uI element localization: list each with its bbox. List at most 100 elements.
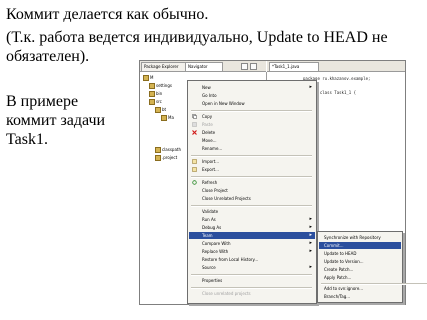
submenu-arrow-icon: ▸: [309, 248, 312, 254]
menu-item-label: Update to Version...: [324, 259, 364, 264]
submenu-item-update-to-version[interactable]: Update to Version...: [319, 258, 401, 265]
slide-text-line-2: (Т.к. работа ведется индивидуально, Upda…: [6, 29, 388, 46]
menu-item-label: Copy: [202, 114, 213, 119]
tree-item[interactable]: M: [143, 74, 153, 81]
menu-item-close-unrelated-2[interactable]: Close unrelated projects: [189, 290, 315, 297]
tree-item-label: classpath: [162, 147, 182, 152]
menu-item-label: Source: [202, 265, 216, 270]
tab-navigator[interactable]: Navigator: [185, 62, 223, 71]
menu-item-validate[interactable]: Validate: [189, 208, 315, 215]
tree-item[interactable]: bt: [155, 106, 166, 113]
menu-item-label: Close Project: [202, 188, 228, 193]
menu-item-label: Add to svn:ignore...: [324, 286, 364, 291]
team-submenu: Synchronize with Repository Commit... Up…: [317, 231, 427, 303]
folder-icon: [149, 99, 155, 105]
tree-item[interactable]: src: [149, 98, 162, 105]
submenu-arrow-icon: ▸: [309, 216, 312, 222]
menu-item-label: Apply Patch...: [324, 275, 352, 280]
menu-item-label: Go Into: [202, 93, 217, 98]
editor-tabbar: *Task1_1.java: [267, 61, 405, 72]
submenu-item-create-patch[interactable]: Create Patch...: [319, 266, 401, 273]
tree-item[interactable]: .project: [155, 154, 177, 161]
menu-item-label: Delete: [202, 130, 216, 135]
submenu-item-add-svn-ignore[interactable]: Add to svn:ignore...: [319, 285, 401, 292]
menu-item-team[interactable]: Team ▸: [189, 232, 315, 239]
menu-item-rename[interactable]: Rename...: [189, 145, 315, 152]
menu-separator: [191, 110, 312, 112]
submenu-arrow-icon: ▸: [309, 84, 312, 90]
tree-item[interactable]: Ma: [161, 114, 174, 121]
menu-separator: [191, 176, 312, 178]
paste-icon: [192, 122, 197, 127]
context-menu: New ▸ Go Into Open in New Window Copy Pas…: [187, 80, 317, 304]
menu-item-label: Replace With: [202, 249, 229, 254]
submenu-item-synchronize[interactable]: Synchronize with Repository: [319, 234, 401, 241]
menu-item-delete[interactable]: Delete: [189, 129, 315, 136]
folder-icon: [149, 83, 155, 89]
delete-icon: [192, 130, 197, 135]
file-icon: [161, 115, 167, 121]
menu-item-new[interactable]: New ▸: [189, 84, 315, 91]
submenu-arrow-icon: ▸: [309, 240, 312, 246]
left-panel-tabbar: Package Explorer Navigator: [140, 61, 266, 72]
refresh-icon: [192, 180, 197, 185]
menu-item-paste[interactable]: Paste: [189, 121, 315, 128]
tree-item-label: src: [156, 99, 162, 104]
menu-item-source[interactable]: Source ▸: [189, 264, 315, 271]
menu-item-compare-with[interactable]: Compare With ▸: [189, 240, 315, 247]
menu-separator: [191, 205, 312, 207]
menu-item-import[interactable]: Import...: [189, 158, 315, 165]
menu-item-open-new-window[interactable]: Open in New Window: [189, 100, 315, 107]
menu-item-label: Commit...: [324, 243, 344, 248]
menu-item-label: Validate: [202, 209, 219, 214]
submenu-item-branch-tag[interactable]: Branch/Tag...: [319, 293, 401, 300]
menu-item-run-as[interactable]: Run As ▸: [189, 216, 315, 223]
submenu-item-update-to-head[interactable]: Update to HEAD: [319, 250, 401, 257]
menu-item-label: Rename...: [202, 146, 223, 151]
menu-item-label: Refresh: [202, 180, 218, 185]
submenu-arrow-icon: ▸: [309, 224, 312, 230]
tree-item-label: .project: [162, 155, 178, 160]
tree-item[interactable]: classpath: [155, 146, 181, 153]
menu-item-debug-as[interactable]: Debug As ▸: [189, 224, 315, 231]
tree-item[interactable]: settings: [149, 82, 172, 89]
slide-text-line-6: Task1.: [6, 131, 48, 148]
menu-item-label: Create Patch...: [324, 267, 354, 272]
submenu-item-apply-patch[interactable]: Apply Patch...: [319, 274, 401, 281]
submenu-arrow-icon: ▸: [309, 232, 312, 238]
file-icon: [155, 147, 161, 153]
menu-item-restore-local-history[interactable]: Restore from Local History...: [189, 256, 315, 263]
menu-separator: [191, 287, 312, 289]
menu-item-label: Branch/Tag...: [324, 294, 351, 299]
menu-item-label: Update to HEAD: [324, 251, 357, 256]
tree-item-label: bin: [156, 91, 163, 96]
menu-item-properties[interactable]: Properties: [189, 277, 315, 284]
menu-item-go-into[interactable]: Go Into: [189, 92, 315, 99]
export-icon: [192, 167, 197, 172]
tab-editor-file[interactable]: *Task1_1.java: [269, 62, 319, 71]
menu-separator: [191, 155, 312, 157]
menu-item-label: Import...: [202, 159, 220, 164]
menu-item-label: New: [202, 85, 211, 90]
menu-item-label: Run As: [202, 217, 216, 222]
tree-item[interactable]: bin: [149, 90, 162, 97]
menu-item-copy[interactable]: Copy: [189, 113, 315, 120]
project-icon: [143, 75, 149, 81]
tree-item-label: bt: [162, 107, 167, 112]
menu-item-replace-with[interactable]: Replace With ▸: [189, 248, 315, 255]
menu-item-refresh[interactable]: Refresh: [189, 179, 315, 186]
slide-text-line-4: В примере: [6, 93, 79, 110]
menu-item-move[interactable]: Move...: [189, 137, 315, 144]
slide-text-line-1: Коммит делается как обычно.: [6, 6, 209, 23]
submenu-item-commit[interactable]: Commit...: [319, 242, 401, 249]
menu-item-export[interactable]: Export...: [189, 166, 315, 173]
menu-item-close-unrelated[interactable]: Close Unrelated Projects: [189, 195, 315, 202]
menu-item-label: Open in New Window: [202, 101, 245, 106]
menu-item-label: Properties: [202, 278, 223, 283]
maximize-icon[interactable]: [250, 63, 257, 70]
minimize-icon[interactable]: [241, 63, 248, 70]
menu-item-label: Move...: [202, 138, 217, 143]
tab-package-explorer[interactable]: Package Explorer: [141, 62, 189, 71]
menu-item-close-project[interactable]: Close Project: [189, 187, 315, 194]
folder-icon: [155, 107, 161, 113]
